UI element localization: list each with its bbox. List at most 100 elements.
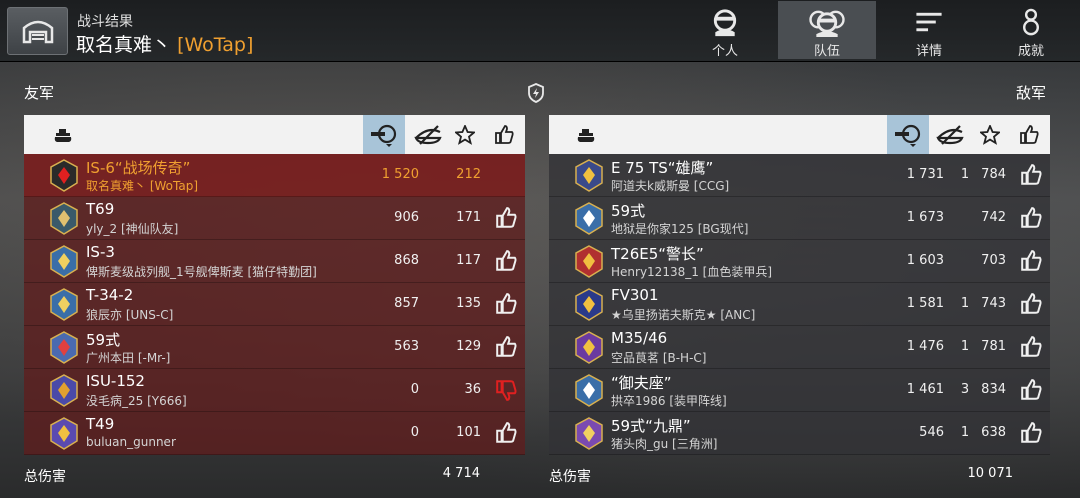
thumbs-up-icon[interactable] <box>1020 207 1042 229</box>
score-value: 784 <box>981 167 1006 182</box>
table-row[interactable]: T69 yly_2 [神仙队友] 906 171 <box>24 197 525 240</box>
tab-label: 个人 <box>711 44 738 59</box>
table-row[interactable]: FV301 ★乌里扬诺夫斯克★ [ANC] 1 581 1 743 <box>549 283 1050 326</box>
player-name: 空品茛茗 [B-H-C] <box>611 351 707 365</box>
tank-emblem-icon <box>575 159 603 192</box>
tab-team[interactable]: 队伍 <box>778 1 876 59</box>
tank-name: T26E5“警长” <box>611 245 704 263</box>
tank-name: T49 <box>86 415 115 433</box>
thumbs-up-icon <box>1020 124 1039 144</box>
medal-icon <box>1023 8 1039 36</box>
thumbs-up-icon[interactable] <box>495 207 517 229</box>
score-value: 101 <box>456 425 481 440</box>
table-row[interactable]: T26E5“警长” Henry12138_1 [血色装甲兵] 1 603 703 <box>549 240 1050 283</box>
damage-value: 1 603 <box>906 253 944 268</box>
like-column-header[interactable] <box>1008 115 1050 154</box>
enemy-table-header <box>549 115 1050 154</box>
ally-total-label: 总伤害 <box>24 469 66 485</box>
tank-column-header[interactable] <box>42 115 84 154</box>
tab-details[interactable]: 详情 <box>880 1 978 59</box>
thumbs-up-icon[interactable] <box>1020 293 1042 315</box>
thumbs-down-icon[interactable] <box>495 379 517 401</box>
damage-column-header[interactable] <box>887 115 929 154</box>
tank-name: T-34-2 <box>86 286 134 304</box>
table-row[interactable]: 59式 广州本田 [-Mr-] 563 129 <box>24 326 525 369</box>
tank-emblem-icon <box>575 202 603 235</box>
player-name: 取名真难丶 <box>76 34 172 56</box>
table-row[interactable]: E 75 TS“雄鹰” 阿道夫k威斯曼 [CCG] 1 731 1 784 <box>549 154 1050 197</box>
player-name: 广州本田 [-Mr-] <box>86 351 171 365</box>
details-icon <box>916 12 942 32</box>
thumbs-up-icon[interactable] <box>1020 164 1042 186</box>
ally-total-damage: 4 714 <box>442 466 480 481</box>
table-row[interactable]: T-34-2 狼辰亦 [UNS-C] 857 135 <box>24 283 525 326</box>
tank-name: ISU-152 <box>86 372 145 390</box>
tank-emblem-icon <box>575 331 603 364</box>
ally-team-label: 友军 <box>24 84 55 102</box>
star-icon <box>455 124 475 145</box>
damage-icon <box>371 124 397 147</box>
kills-icon <box>936 124 964 145</box>
player-name: yly_2 [神仙队友] <box>86 222 179 236</box>
tank-name: T69 <box>86 200 115 218</box>
tab-achievements[interactable]: 成就 <box>982 1 1080 59</box>
thumbs-up-icon[interactable] <box>1020 336 1042 358</box>
star-icon <box>980 124 1000 145</box>
tank-emblem-icon <box>575 288 603 321</box>
kills-column-header[interactable] <box>929 115 971 154</box>
damage-value: 906 <box>394 210 419 225</box>
damage-value: 1 520 <box>381 167 419 182</box>
score-value: 36 <box>464 382 481 397</box>
table-row[interactable]: IS-3 俾斯麦级战列舰_1号舰俾斯麦 [猫仔特勤团] 868 117 <box>24 240 525 283</box>
player-name: 拱卒1986 [装甲阵线] <box>611 394 727 408</box>
thumbs-up-icon[interactable] <box>495 293 517 315</box>
table-row[interactable]: IS-6“战场传奇” 取名真难丶 [WoTap] 1 520 212 <box>24 154 525 197</box>
score-column-header[interactable] <box>969 115 1011 154</box>
personal-icon <box>713 9 737 37</box>
tank-emblem-icon <box>575 374 603 407</box>
damage-value: 1 731 <box>906 167 944 182</box>
like-column-header[interactable] <box>483 115 525 154</box>
table-row[interactable]: M35/46 空品茛茗 [B-H-C] 1 476 1 781 <box>549 326 1050 369</box>
tab-label: 队伍 <box>813 44 840 59</box>
tank-emblem-icon <box>575 245 603 278</box>
kills-column-header[interactable] <box>407 115 449 154</box>
table-row[interactable]: 59式 地狱是你家125 [BG现代] 1 673 742 <box>549 197 1050 240</box>
tab-personal[interactable]: 个人 <box>676 1 774 59</box>
thumbs-up-icon[interactable] <box>495 422 517 444</box>
thumbs-up-icon[interactable] <box>1020 379 1042 401</box>
tank-name: “御夫座” <box>611 374 672 392</box>
table-row[interactable]: “御夫座” 拱卒1986 [装甲阵线] 1 461 3 834 <box>549 369 1050 412</box>
tank-name: 59式“九鼎” <box>611 417 691 435</box>
thumbs-up-icon[interactable] <box>495 250 517 272</box>
tank-emblem-icon <box>50 288 78 321</box>
damage-value: 1 581 <box>906 296 944 311</box>
table-row[interactable]: ISU-152 没毛病_25 [Y666] 0 36 <box>24 369 525 412</box>
score-column-header[interactable] <box>444 115 486 154</box>
damage-value: 868 <box>394 253 419 268</box>
screen-subtitle: 战斗结果 <box>77 14 133 30</box>
table-row[interactable]: 59式“九鼎” 猪头肉_gu [三角洲] 546 1 638 <box>549 412 1050 455</box>
thumbs-up-icon <box>495 124 514 144</box>
thumbs-up-icon[interactable] <box>1020 422 1042 444</box>
tank-name: E 75 TS“雄鹰” <box>611 159 714 177</box>
thumbs-up-icon[interactable] <box>495 336 517 358</box>
table-row[interactable]: T49 buluan_gunner 0 101 <box>24 412 525 455</box>
score-value: 834 <box>981 382 1006 397</box>
damage-value: 0 <box>410 425 419 440</box>
damage-value: 1 461 <box>906 382 944 397</box>
damage-column-header[interactable] <box>363 115 405 154</box>
kills-icon <box>414 124 442 145</box>
tank-emblem-icon <box>50 159 78 192</box>
tank-column-header[interactable] <box>565 115 607 154</box>
garage-button[interactable] <box>7 7 68 55</box>
tank-icon <box>54 128 72 142</box>
enemy-total-damage: 10 071 <box>967 466 1014 481</box>
ally-table: IS-6“战场传奇” 取名真难丶 [WoTap] 1 520 212 T69 yly_2 … <box>24 115 525 455</box>
thumbs-up-icon[interactable] <box>1020 250 1042 272</box>
tank-name: 59式 <box>86 331 121 349</box>
enemy-team-label: 敌军 <box>1016 84 1047 102</box>
tab-label: 详情 <box>915 44 942 59</box>
battle-mode-icon <box>528 83 544 103</box>
score-value: 212 <box>456 167 481 182</box>
